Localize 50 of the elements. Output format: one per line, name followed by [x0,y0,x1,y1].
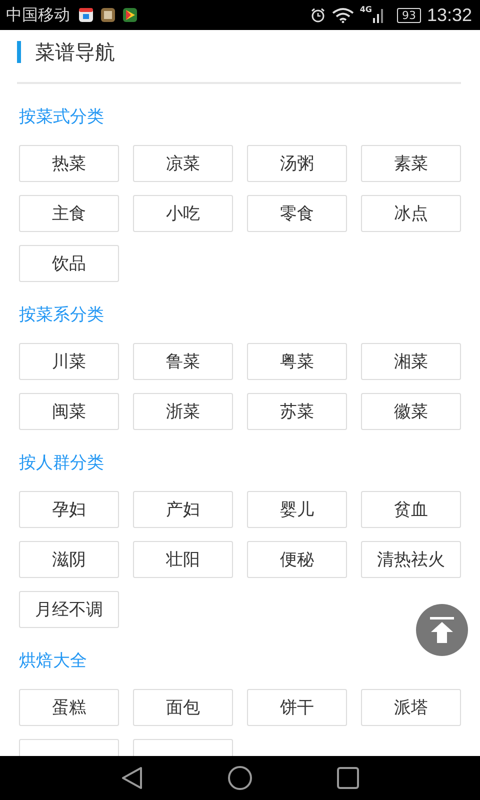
section-title: 按人群分类 [19,452,105,475]
category-button[interactable]: 月经不调 [19,591,119,628]
category-button[interactable]: 蛋糕 [19,689,119,726]
section-title: 按菜式分类 [19,106,105,129]
category-button[interactable]: 面包 [133,689,233,726]
category-button[interactable]: 鲁菜 [133,343,233,380]
wifi-icon [332,7,354,23]
play-store-icon [122,7,138,23]
category-button[interactable]: 主食 [19,195,119,232]
network-type: 4G [360,5,372,14]
category-button[interactable]: 闽菜 [19,393,119,430]
battery-indicator: 93 [396,8,421,22]
category-button[interactable]: 粤菜 [247,343,347,380]
category-button[interactable]: 川菜 [19,343,119,380]
category-button[interactable]: 热菜 [19,145,119,182]
recent-apps-icon[interactable] [337,767,359,789]
signal-icon [372,7,385,23]
category-button[interactable]: 便秘 [247,541,347,578]
arrow-up-icon [429,616,455,644]
category-button[interactable]: 浙菜 [133,393,233,430]
back-to-top-button[interactable] [416,604,468,656]
section-title: 烘焙大全 [19,650,88,673]
category-button[interactable]: 派塔 [361,689,461,726]
calendar-app-icon [78,7,94,23]
category-button[interactable]: 徽菜 [361,393,461,430]
category-button[interactable]: 孕妇 [19,491,119,528]
alarm-icon [310,7,326,23]
gallery-app-icon [100,7,116,23]
carrier-name: 中国移动 [6,4,70,26]
category-button[interactable]: 贫血 [361,491,461,528]
category-button[interactable]: 小吃 [133,195,233,232]
section-title: 按菜系分类 [19,304,105,327]
clock-time: 13:32 [426,4,472,26]
back-icon[interactable] [121,766,143,790]
page-title: 菜谱导航 [35,38,115,66]
category-button[interactable]: 苏菜 [247,393,347,430]
category-button[interactable]: 凉菜 [133,145,233,182]
category-button[interactable]: 湘菜 [361,343,461,380]
category-button[interactable]: 婴儿 [247,491,347,528]
category-button[interactable]: 冰点 [361,195,461,232]
category-button[interactable]: 壮阳 [133,541,233,578]
category-button[interactable]: 饼干 [247,689,347,726]
category-button[interactable]: 汤粥 [247,145,347,182]
category-button[interactable]: 饮品 [19,245,119,282]
category-button[interactable]: 素菜 [361,145,461,182]
category-button[interactable]: 零食 [247,195,347,232]
category-button[interactable]: 滋阴 [19,541,119,578]
home-icon[interactable] [228,766,252,790]
category-button[interactable]: 产妇 [133,491,233,528]
category-button[interactable]: 清热祛火 [361,541,461,578]
